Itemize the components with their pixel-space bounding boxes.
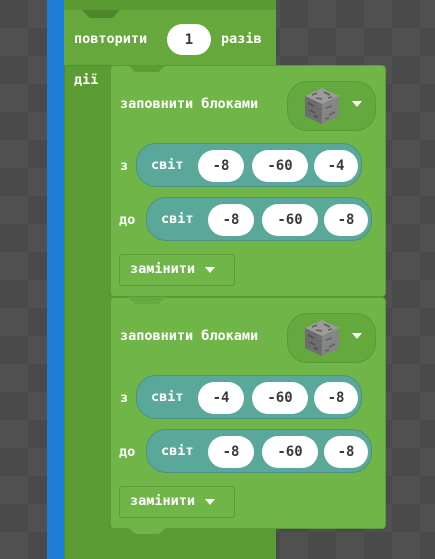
cobblestone-icon <box>305 88 339 124</box>
stack-stripe <box>47 0 64 559</box>
to-label: до <box>119 444 136 460</box>
mode-label: замінити <box>130 493 196 510</box>
fill-block-title: заповнити блоками <box>120 328 259 344</box>
from-world-position[interactable]: світ -4 -60 -8 <box>136 375 362 419</box>
from-z-input[interactable]: -4 <box>314 150 358 182</box>
from-label: з <box>120 390 129 406</box>
to-world-position[interactable]: світ -8 -60 -8 <box>146 429 372 473</box>
do-label: дії <box>74 72 99 88</box>
repeat-label: повторити <box>74 31 148 47</box>
to-z-input[interactable]: -8 <box>324 436 368 468</box>
world-label: світ <box>161 211 194 227</box>
from-y-input[interactable]: -60 <box>252 150 308 182</box>
chevron-down-icon <box>352 101 362 107</box>
to-x-input[interactable]: -8 <box>208 204 254 236</box>
from-x-input[interactable]: -4 <box>198 382 244 414</box>
to-z-input[interactable]: -8 <box>324 204 368 236</box>
cobblestone-icon <box>305 320 339 356</box>
world-label: світ <box>151 389 184 405</box>
mode-label: замінити <box>130 261 196 278</box>
repeat-count-input[interactable]: 1 <box>167 24 211 55</box>
mode-dropdown[interactable]: замінити <box>119 486 235 518</box>
from-x-input[interactable]: -8 <box>198 150 244 182</box>
block-selector[interactable] <box>287 81 376 131</box>
repeat-times-label: разів <box>221 31 262 47</box>
world-label: світ <box>151 157 184 173</box>
from-z-input[interactable]: -8 <box>314 382 358 414</box>
from-world-position[interactable]: світ -8 -60 -4 <box>136 143 362 187</box>
chevron-down-icon <box>205 267 216 273</box>
chevron-down-icon <box>205 499 216 505</box>
to-world-position[interactable]: світ -8 -60 -8 <box>146 197 372 241</box>
to-x-input[interactable]: -8 <box>208 436 254 468</box>
chevron-down-icon <box>352 333 362 339</box>
to-y-input[interactable]: -60 <box>262 204 318 236</box>
mode-dropdown[interactable]: замінити <box>119 254 235 286</box>
world-label: світ <box>161 443 194 459</box>
from-y-input[interactable]: -60 <box>252 382 308 414</box>
to-y-input[interactable]: -60 <box>262 436 318 468</box>
block-selector[interactable] <box>287 313 376 363</box>
from-label: з <box>120 158 129 174</box>
fill-block-title: заповнити блоками <box>120 96 259 112</box>
to-label: до <box>119 212 136 228</box>
